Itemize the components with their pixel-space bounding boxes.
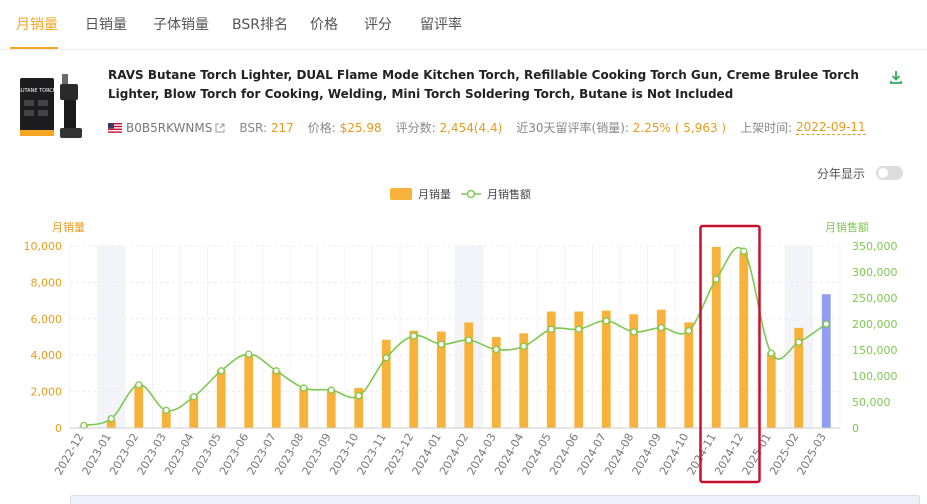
active-tab-indicator xyxy=(10,47,58,49)
sales-bar xyxy=(271,370,281,428)
external-link-icon[interactable] xyxy=(215,123,225,133)
revenue-point xyxy=(327,386,335,394)
legend-line-marker xyxy=(466,189,476,199)
legend-bar-label: 月销量 xyxy=(418,187,451,201)
right-tick-label: 300,000 xyxy=(852,266,898,279)
shaded-band xyxy=(97,246,125,428)
left-tick-label: 4,000 xyxy=(31,349,63,362)
bsr-value: 217 xyxy=(270,120,294,135)
revenue-point xyxy=(520,342,528,351)
left-tick-label: 0 xyxy=(55,422,62,435)
price-value: $25.98 xyxy=(339,120,382,135)
sales-bar xyxy=(326,389,336,428)
grid-lines xyxy=(69,245,841,429)
right-tick-label: 200,000 xyxy=(852,318,898,331)
legend-bar-swatch xyxy=(390,188,412,200)
toggle-knob xyxy=(878,168,888,178)
tab-review-rate[interactable]: 留评率 xyxy=(420,14,462,34)
sales-bar xyxy=(134,384,144,428)
revenue-point xyxy=(190,393,198,401)
left-tick-label: 2,000 xyxy=(31,386,63,399)
revenue-point xyxy=(657,323,665,332)
product-thumbnail[interactable]: BUTANE TORCH xyxy=(16,70,88,144)
revenue-point xyxy=(712,275,720,283)
revenue-point xyxy=(245,350,253,358)
revenue-point xyxy=(602,317,610,325)
product-title[interactable]: RAVS Butane Torch Lighter, DUAL Flame Mo… xyxy=(108,66,878,104)
revenue-point xyxy=(575,325,583,333)
bsr-label: BSR: xyxy=(239,120,267,135)
revenue-point xyxy=(795,338,803,346)
revenue-point xyxy=(355,392,363,400)
revenue-point xyxy=(272,367,280,375)
left-axis-title: 月销量 xyxy=(52,220,85,234)
sales-bar xyxy=(299,387,309,428)
tab-variant-sales[interactable]: 子体销量 xyxy=(153,14,209,34)
review-rate-label: 近30天留评率(销量): xyxy=(516,121,629,135)
reviews-label: 评分数: xyxy=(395,121,436,135)
price-label: 价格: xyxy=(307,121,336,135)
us-flag-icon xyxy=(108,122,122,133)
left-tick-label: 8,000 xyxy=(31,276,63,289)
sales-bar xyxy=(381,339,391,428)
thumb-box-text: BUTANE TORCH xyxy=(17,88,56,94)
left-tick-label: 6,000 xyxy=(31,313,63,326)
tab-monthly-sales[interactable]: 月销量 xyxy=(16,14,58,34)
monthly-sales-chart: 0 2,000 4,000 6,000 8,000 10,000 0 50,000 100,00… xyxy=(24,187,898,484)
right-tick-label: 150,000 xyxy=(852,344,898,357)
tab-daily-sales[interactable]: 日销量 xyxy=(85,14,127,34)
revenue-point xyxy=(465,336,473,344)
revenue-point xyxy=(107,414,115,423)
chart-legend[interactable]: 月销量 月销售额 xyxy=(390,187,531,201)
zoom-slider[interactable] xyxy=(70,495,920,504)
right-tick-label: 100,000 xyxy=(852,370,898,383)
revenue-point xyxy=(767,349,775,357)
tab-rating[interactable]: 评分 xyxy=(364,14,392,34)
revenue-point xyxy=(630,328,638,336)
sales-bar xyxy=(601,310,611,428)
right-axis-title: 月销售额 xyxy=(825,220,869,234)
revenue-point xyxy=(382,354,390,362)
sales-bar xyxy=(216,369,226,428)
sales-bar xyxy=(766,352,776,428)
revenue-point xyxy=(135,381,143,389)
right-tick-label: 250,000 xyxy=(852,292,898,305)
launch-date-label: 上架时间: xyxy=(740,121,793,135)
review-rate-value: 2.25% ( 5,963 ) xyxy=(632,120,727,135)
sales-bar xyxy=(684,322,694,428)
revenue-point xyxy=(740,247,748,255)
asin-link[interactable]: B0B5RKWNMS xyxy=(126,121,212,135)
tab-price[interactable]: 价格 xyxy=(310,14,338,34)
revenue-point xyxy=(547,325,555,333)
revenue-point xyxy=(437,340,445,348)
revenue-point xyxy=(217,367,225,375)
right-tick-label: 0 xyxy=(852,422,859,435)
revenue-point xyxy=(685,327,693,335)
product-info: BUTANE TORCH RAVS Butane Torch Lighter, … xyxy=(0,58,927,150)
revenue-point xyxy=(822,320,830,328)
revenue-point xyxy=(410,332,418,340)
right-tick-label: 50,000 xyxy=(852,396,891,409)
tab-bsr-rank[interactable]: BSR排名 xyxy=(232,14,288,34)
revenue-point xyxy=(162,406,170,414)
right-tick-label: 350,000 xyxy=(852,240,898,253)
left-tick-label: 10,000 xyxy=(24,240,63,253)
sales-bar xyxy=(739,252,749,428)
sales-bar xyxy=(409,330,419,428)
download-icon[interactable] xyxy=(889,70,903,84)
reviews-value: 2,454(4.4) xyxy=(439,120,503,135)
sales-bar xyxy=(244,354,254,428)
year-toggle-switch[interactable] xyxy=(876,166,903,180)
revenue-point xyxy=(300,384,308,392)
legend-line-label: 月销售额 xyxy=(487,187,531,201)
launch-date-value[interactable]: 2022-09-11 xyxy=(795,120,866,135)
metric-tabs: 月销量 日销量 子体销量 BSR排名 价格 评分 留评率 xyxy=(0,0,927,50)
product-meta-row: B0B5RKWNMS BSR: 217 价格: $25.98 评分数: 2,45… xyxy=(108,119,866,136)
sales-bar xyxy=(821,294,831,428)
revenue-point xyxy=(492,345,500,354)
